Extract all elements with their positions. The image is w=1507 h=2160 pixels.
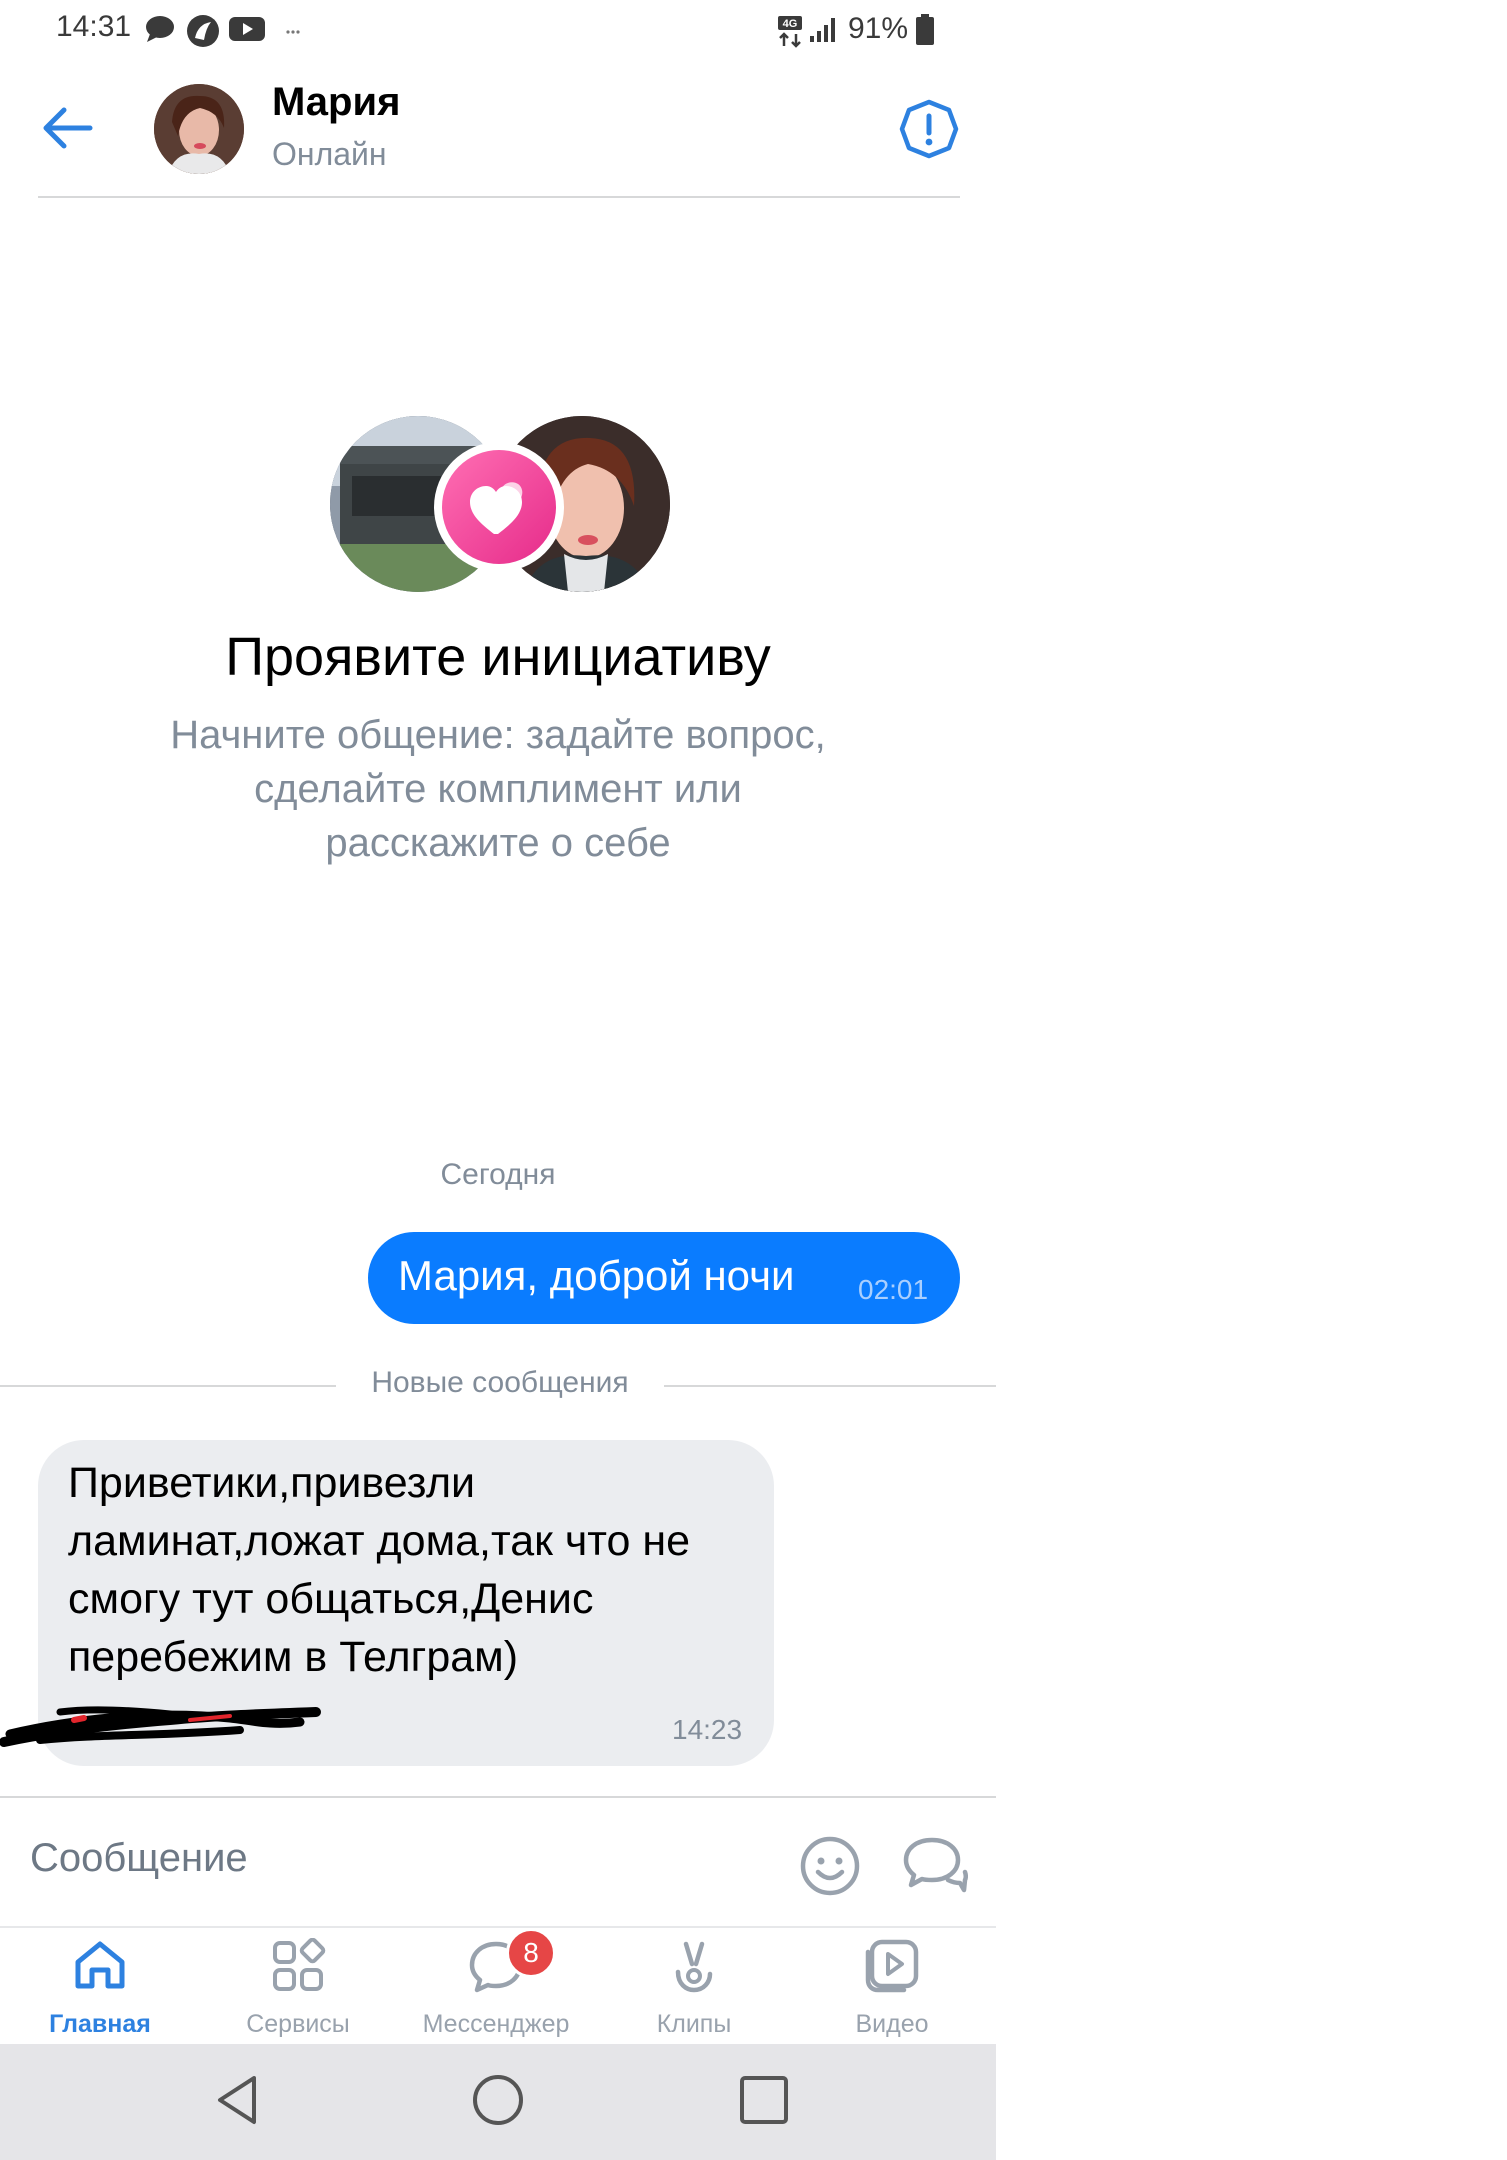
contact-status: Онлайн	[272, 136, 387, 172]
chat-commands-icon[interactable]	[902, 1834, 968, 1894]
match-heart-badge	[434, 442, 564, 572]
svg-text:4G: 4G	[783, 18, 798, 30]
emoji-icon[interactable]	[798, 1834, 862, 1898]
date-separator: Сегодня	[440, 1158, 556, 1191]
nav-back-icon[interactable]	[210, 2070, 266, 2130]
composer-divider	[0, 1796, 996, 1798]
app-notification-icon	[187, 15, 219, 47]
tab-messenger-label: Мессенджер	[422, 2010, 570, 2038]
status-time: 14:31	[56, 10, 132, 43]
contact-name[interactable]: Мария	[272, 80, 400, 125]
tab-home[interactable]: Главная	[0, 1936, 200, 2044]
network-type-icon: 4G	[778, 16, 802, 48]
tab-services[interactable]: Сервисы	[198, 1936, 398, 2044]
tab-messenger[interactable]: Мессенджер	[396, 1936, 596, 2044]
new-messages-divider-right	[664, 1385, 996, 1387]
clips-icon	[675, 1941, 713, 1993]
services-icon	[273, 1938, 326, 1991]
redaction-scribble	[0, 1706, 321, 1747]
youtube-notification-icon	[229, 17, 265, 41]
message-input[interactable]: Сообщение	[30, 1836, 248, 1881]
back-arrow-icon[interactable]	[40, 104, 96, 152]
battery-percent: 91%	[848, 12, 909, 45]
new-messages-divider-left	[0, 1385, 336, 1387]
tab-video[interactable]: Видео	[792, 1936, 992, 2044]
report-icon[interactable]	[898, 98, 960, 160]
home-icon	[75, 1941, 125, 1989]
messenger-unread-badge: 8	[506, 1928, 556, 1978]
icebreaker-title: Проявите инициативу	[225, 627, 771, 687]
contact-avatar[interactable]	[154, 84, 244, 174]
nav-recents-icon[interactable]	[736, 2070, 792, 2130]
more-notifications-icon	[286, 30, 300, 34]
outgoing-message-time: 02:01	[858, 1274, 929, 1305]
incoming-message-text: Приветики,привезли ламинат,ложат дома,та…	[68, 1459, 691, 1681]
chat-notification-icon	[146, 16, 174, 42]
tab-home-label: Главная	[49, 2010, 151, 2038]
hearts-icon	[470, 482, 523, 534]
tab-clips-label: Клипы	[656, 2010, 732, 2038]
signal-icon	[810, 18, 835, 42]
tab-services-label: Сервисы	[246, 2010, 350, 2038]
video-icon	[865, 1939, 919, 1993]
outgoing-message-text: Мария, доброй ночи	[398, 1252, 795, 1299]
incoming-message-time: 14:23	[672, 1714, 743, 1745]
new-messages-label: Новые сообщения	[371, 1366, 629, 1399]
tab-video-label: Видео	[855, 2010, 929, 2038]
tab-clips[interactable]: Клипы	[594, 1936, 794, 2044]
tabbar-divider	[0, 1926, 996, 1928]
nav-home-icon[interactable]	[470, 2070, 526, 2130]
battery-icon	[916, 14, 934, 45]
header-divider	[38, 196, 960, 198]
icebreaker-description: Начните общение: задайте вопрос, сделайт…	[170, 713, 826, 865]
chat-screen: 14:31 4G 91% Мария Онлайн Проявите иници…	[0, 0, 996, 2160]
